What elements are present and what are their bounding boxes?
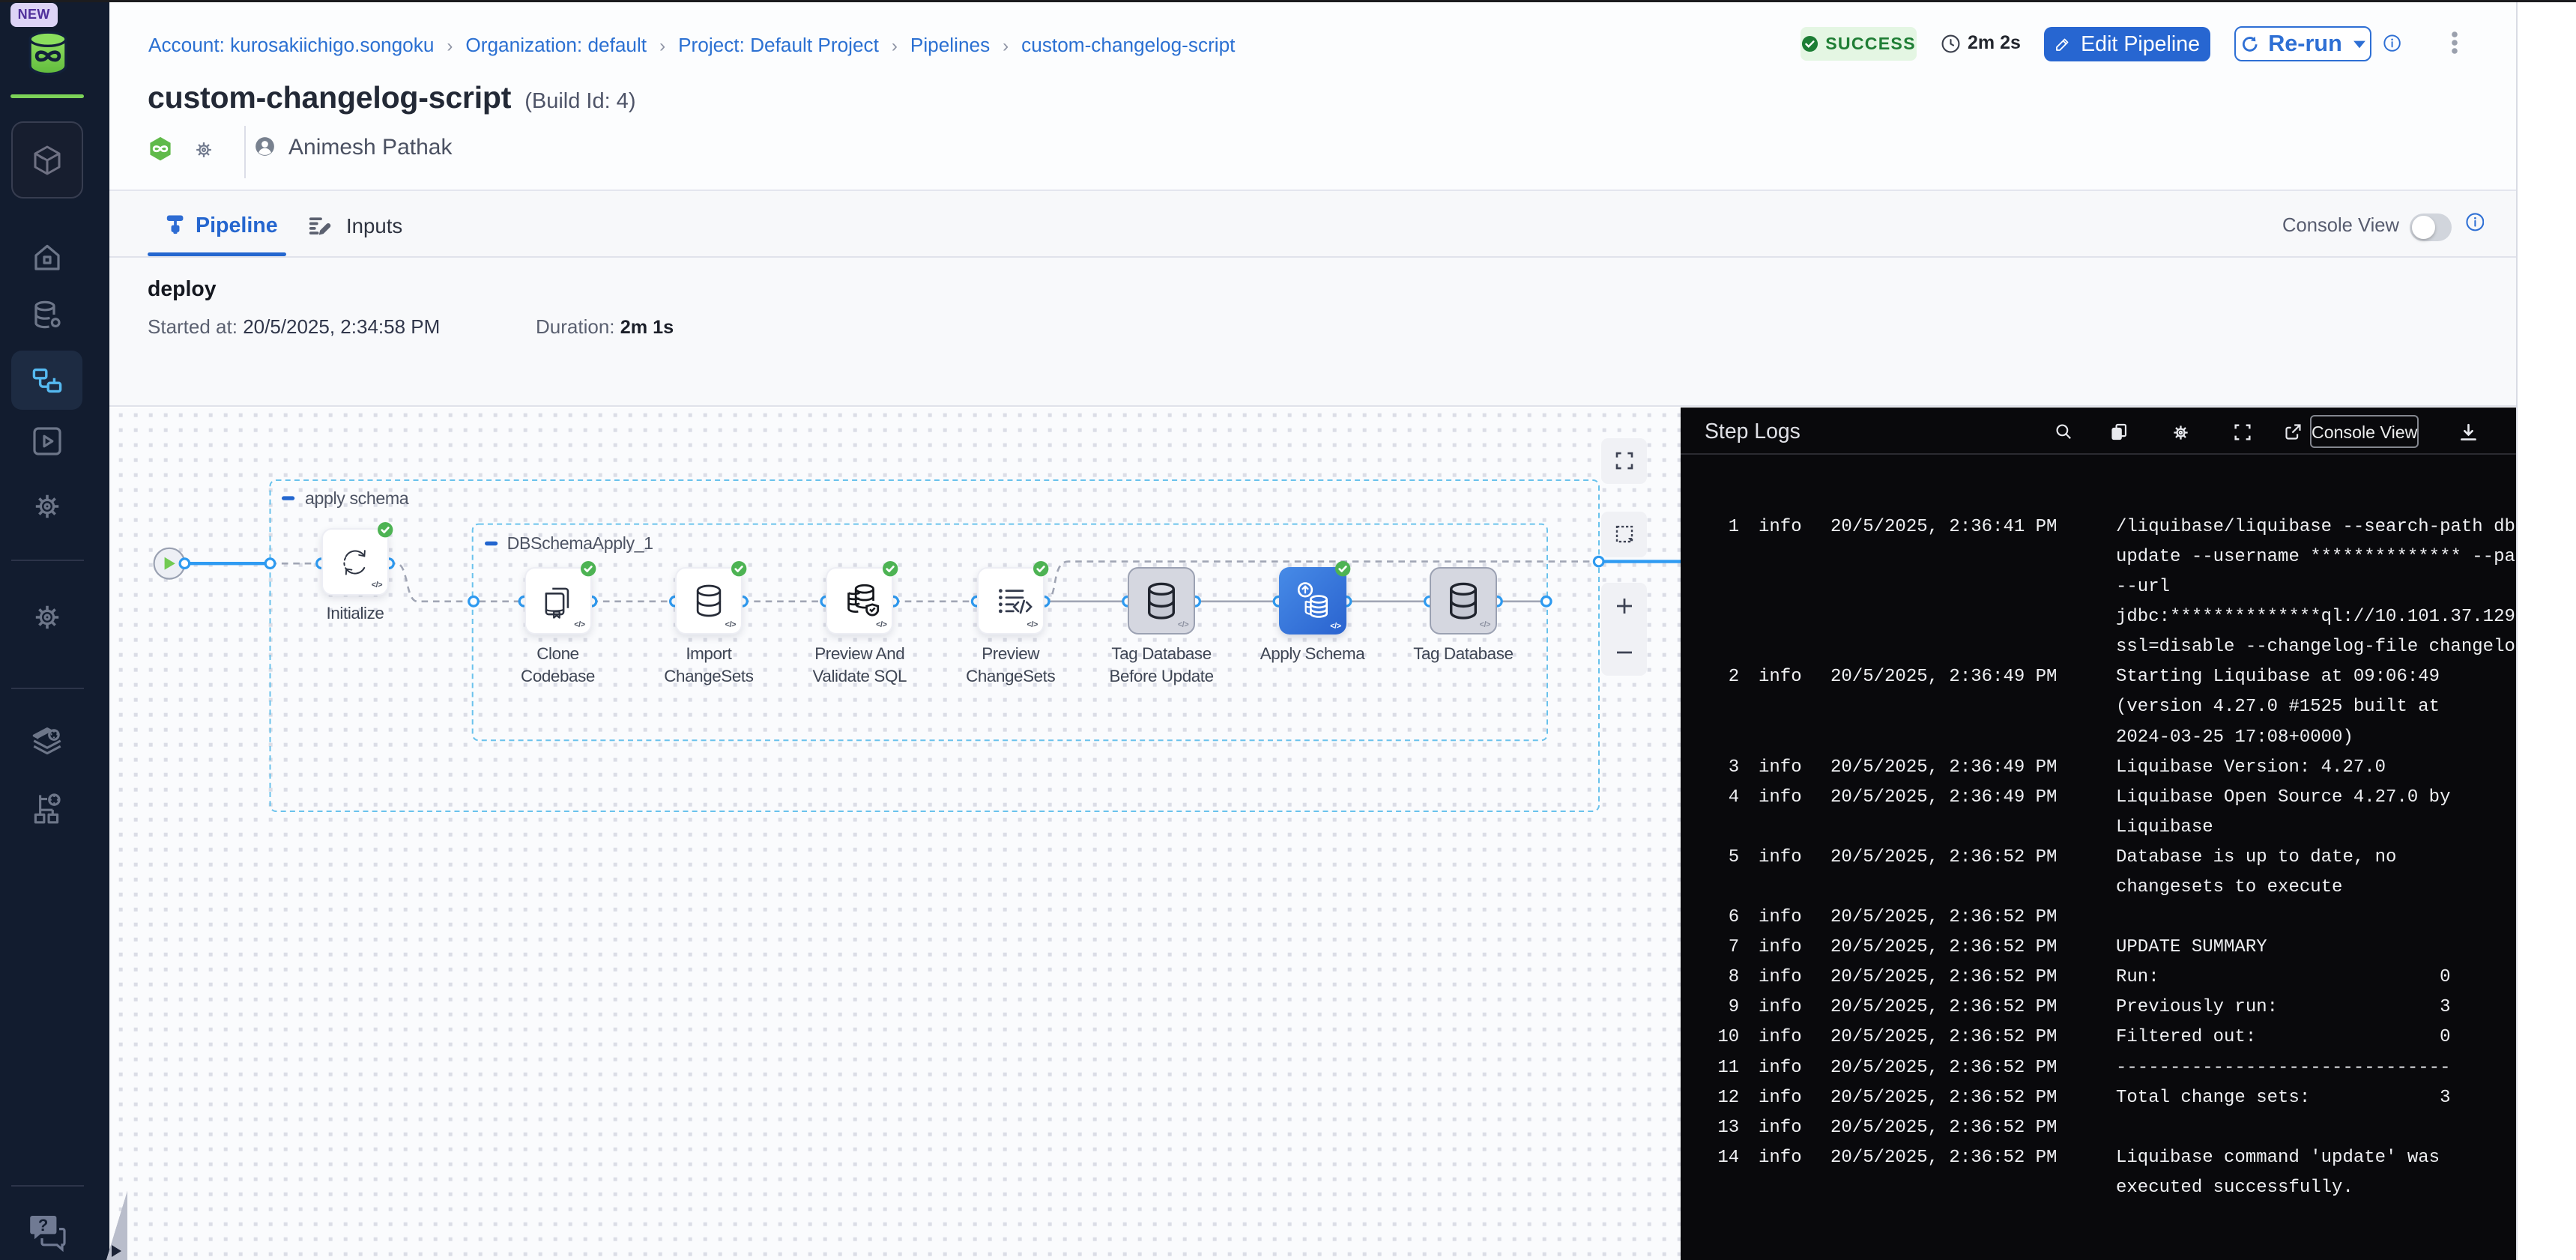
- svg-text:?: ?: [38, 1216, 48, 1235]
